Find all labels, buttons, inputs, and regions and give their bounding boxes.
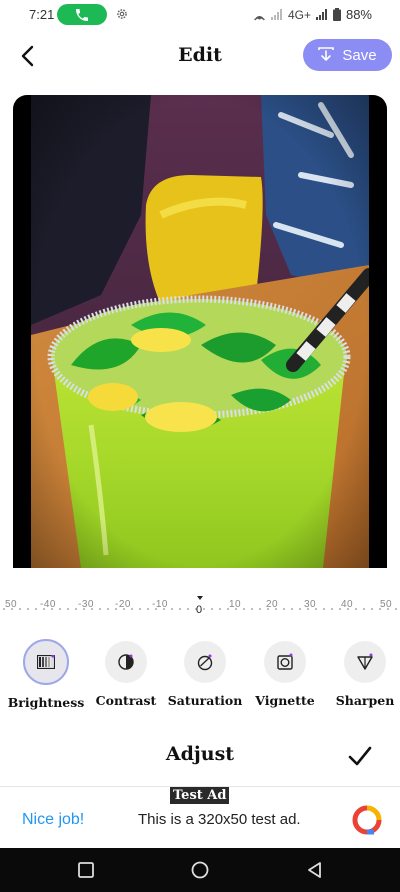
back-nav-icon[interactable] — [306, 861, 324, 879]
tool-sharpen-button[interactable] — [344, 641, 386, 683]
tool-label: Sharpen — [335, 693, 395, 708]
ruler-label: -20 — [115, 599, 131, 610]
download-icon — [318, 47, 335, 61]
status-time: 7:21 — [29, 7, 55, 22]
adjust-title: Adjust — [165, 743, 235, 765]
tool-vignette-button[interactable] — [264, 641, 306, 683]
home-icon[interactable] — [191, 861, 209, 879]
ad-badge: Test Ad — [170, 787, 230, 804]
tool-brightness-button[interactable] — [23, 639, 69, 685]
brightness-icon — [37, 655, 55, 669]
tool-vignette[interactable]: Vignette — [245, 638, 325, 708]
saturation-icon — [197, 654, 213, 671]
ruler-pointer-icon — [197, 596, 203, 600]
vignette-icon — [277, 653, 293, 670]
hotspot-icon — [254, 15, 265, 20]
save-label: Save — [342, 46, 377, 64]
ruler-label: 20 — [266, 599, 279, 610]
settings-gear-icon — [117, 9, 127, 19]
tool-saturation[interactable]: Saturation — [165, 638, 245, 708]
contrast-icon — [118, 654, 134, 670]
ruler-label: -30 — [78, 599, 94, 610]
status-icons: 4G+ 88% — [253, 7, 372, 22]
ruler-label: -10 — [152, 599, 168, 610]
adjust-tools: Brightness Contrast Saturation Vignette … — [0, 638, 400, 718]
ad-banner[interactable]: Test Ad Nice job! This is a 320x50 test … — [0, 786, 400, 848]
ad-body: This is a 320x50 test ad. — [138, 811, 301, 828]
ruler-label: 30 — [304, 599, 317, 610]
signal-weak-icon — [270, 9, 282, 20]
ruler-current-value: 0 — [196, 604, 203, 616]
signal-icon — [315, 9, 327, 20]
ruler-label: 50 — [380, 599, 393, 610]
header: Edit Save — [0, 36, 400, 76]
ruler-label: -40 — [40, 599, 56, 610]
ruler-label: 50 — [5, 599, 18, 610]
tool-label: Brightness — [7, 695, 85, 710]
network-type: 4G+ — [287, 7, 311, 22]
adjustment-ruler[interactable]: 50 -40 -30 -20 -10 0 10 20 30 40 50 — [0, 592, 400, 622]
system-navigation-bar — [0, 848, 400, 892]
photo-preview[interactable] — [13, 95, 387, 568]
status-bar: 7:21 4G+ 88% — [0, 0, 400, 30]
tool-contrast-button[interactable] — [105, 641, 147, 683]
tool-contrast[interactable]: Contrast — [86, 638, 166, 708]
tool-sharpen[interactable]: Sharpen — [325, 638, 400, 708]
tool-brightness[interactable]: Brightness — [6, 638, 86, 710]
tool-label: Contrast — [95, 693, 157, 708]
tool-label: Vignette — [255, 693, 315, 708]
recents-icon[interactable] — [77, 861, 95, 879]
sharpen-icon — [357, 653, 373, 670]
tool-label: Saturation — [167, 693, 243, 708]
save-button[interactable]: Save — [303, 39, 392, 71]
ad-headline: Nice job! — [22, 811, 85, 828]
phone-icon — [76, 8, 88, 21]
battery-icon — [332, 8, 341, 21]
edited-photo — [31, 95, 369, 568]
adjust-bar: Adjust — [0, 738, 400, 774]
ad-network-logo-icon — [352, 805, 382, 835]
tool-saturation-button[interactable] — [184, 641, 226, 683]
battery-percent: 88% — [345, 7, 372, 22]
ruler-label: 40 — [341, 599, 354, 610]
ruler-label: 10 — [229, 599, 242, 610]
ongoing-call-indicator[interactable] — [57, 4, 107, 25]
check-icon — [348, 746, 372, 766]
apply-button[interactable] — [346, 742, 374, 770]
